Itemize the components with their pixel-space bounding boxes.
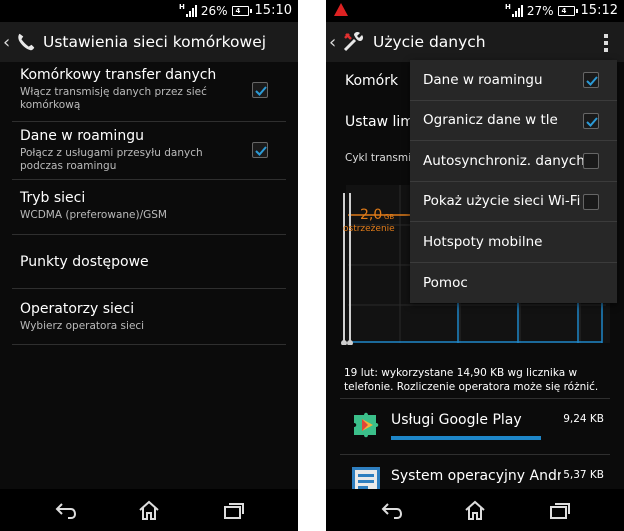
action-bar[interactable]: ‹ Użycie danych <box>326 22 624 62</box>
settings-item-set-limit[interactable]: Ustaw lim <box>345 114 414 130</box>
page-title: Ustawienia sieci komórkowej <box>43 33 267 51</box>
settings-item-subtitle: Połącz z usługami przesyłu danych podcza… <box>20 147 203 172</box>
battery-icon: 4 <box>557 5 578 16</box>
battery-icon: 4 <box>231 5 252 16</box>
menu-item-label: Pomoc <box>423 274 468 291</box>
left-screen: H 26% 4 15:10 ‹ Ustawienia sieci komórko… <box>0 0 298 531</box>
page-title: Użycie danych <box>373 33 486 51</box>
menu-item-label: Ogranicz dane w tle <box>423 112 558 129</box>
status-bar: H 26% 4 15:10 <box>0 0 298 22</box>
action-bar[interactable]: ‹ Ustawienia sieci komórkowej <box>0 22 298 62</box>
roaming-checkbox[interactable] <box>252 142 268 158</box>
settings-item-title: Operatorzy sieci <box>20 301 135 317</box>
back-icon[interactable] <box>380 499 404 521</box>
app-name: Usługi Google Play <box>391 412 522 428</box>
menu-item-auto-sync[interactable]: Autosynchroniz. danych <box>410 141 617 182</box>
alert-icon <box>334 3 348 16</box>
checkmark-icon <box>255 146 267 156</box>
battery-percent: 27% <box>526 3 554 18</box>
google-play-services-icon <box>354 412 379 438</box>
warning-value: 2,0 <box>360 207 382 223</box>
clock: 15:12 <box>580 3 618 18</box>
settings-item-network-operators[interactable]: Operatorzy sieci Wybierz operatora sieci <box>12 289 286 345</box>
menu-item-label: Pokaż użycie sieci Wi-Fi <box>423 193 581 210</box>
settings-item-network-mode[interactable]: Tryb sieci WCDMA (preferowane)/GSM <box>12 180 286 235</box>
settings-item-access-points[interactable]: Punkty dostępowe <box>12 235 286 289</box>
battery-icon-text: 4 <box>561 6 567 15</box>
clock: 15:10 <box>254 3 292 18</box>
status-bar: H 27% 4 15:12 <box>326 0 624 22</box>
mobile-data-checkbox[interactable] <box>252 82 268 98</box>
overflow-menu-icon[interactable] <box>604 34 608 52</box>
checkmark-icon <box>586 116 598 127</box>
app-usage-bar <box>391 436 541 440</box>
checkmark-icon <box>255 86 267 96</box>
menu-item-hotspots[interactable]: Hotspoty mobilne <box>410 222 617 263</box>
menu-item-label: Dane w roamingu <box>423 71 543 88</box>
back-chevron-icon[interactable]: ‹ <box>3 32 11 53</box>
menu-checkbox[interactable] <box>583 112 599 129</box>
menu-item-label: Hotspoty mobilne <box>423 233 543 250</box>
menu-item-data-roaming[interactable]: Dane w roamingu <box>410 60 617 101</box>
menu-checkbox[interactable] <box>583 72 599 88</box>
home-icon[interactable] <box>137 499 161 521</box>
warning-unit: GB <box>384 213 394 221</box>
settings-item-title: Dane w roamingu <box>20 128 144 144</box>
tools-icon <box>343 31 364 52</box>
back-chevron-icon[interactable]: ‹ <box>329 32 337 53</box>
warning-label: ostrzeżenie <box>343 224 395 234</box>
settings-item-mobile-data[interactable]: Komórk <box>345 73 398 89</box>
signal-icon <box>185 4 197 17</box>
back-icon[interactable] <box>54 499 78 521</box>
menu-item-label: Autosynchroniz. danych <box>423 152 585 169</box>
checkmark-icon <box>586 76 598 86</box>
settings-item-subtitle: WCDMA (preferowane)/GSM <box>20 209 167 221</box>
navigation-bar <box>326 489 624 531</box>
settings-item-roaming[interactable]: Dane w roamingu Połącz z usługami przesy… <box>12 122 286 180</box>
recent-apps-icon[interactable] <box>222 499 246 521</box>
network-type: H <box>505 2 511 11</box>
settings-item-mobile-data[interactable]: Komórkowy transfer danych Włącz transmis… <box>12 62 286 122</box>
overflow-menu: Dane w roamingu Ogranicz dane w tle Auto… <box>410 60 617 303</box>
battery-percent: 26% <box>200 3 228 18</box>
settings-item-title: Komórkowy transfer danych <box>20 67 217 83</box>
app-size: 5,37 KB <box>563 469 604 481</box>
home-icon[interactable] <box>463 499 487 521</box>
recent-apps-icon[interactable] <box>548 499 572 521</box>
network-type: H <box>179 2 185 11</box>
settings-item-subtitle: Wybierz operatora sieci <box>20 320 145 332</box>
settings-list: Komórkowy transfer danych Włącz transmis… <box>12 62 286 345</box>
app-usage-row[interactable]: Usługi Google Play 9,24 KB <box>340 398 610 454</box>
menu-item-show-wifi[interactable]: Pokaż użycie sieci Wi-Fi <box>410 182 617 222</box>
menu-item-restrict-background[interactable]: Ogranicz dane w tle <box>410 101 617 141</box>
cycle-label[interactable]: Cykl transmis <box>345 152 417 164</box>
settings-item-title: Tryb sieci <box>20 190 86 206</box>
battery-icon-text: 4 <box>235 6 241 15</box>
signal-icon <box>511 4 523 17</box>
menu-item-help[interactable]: Pomoc <box>410 263 617 304</box>
navigation-bar <box>0 489 298 531</box>
phone-handset-icon <box>18 33 35 51</box>
menu-checkbox[interactable] <box>583 193 599 210</box>
menu-checkbox[interactable] <box>583 153 599 169</box>
app-name: System operacyjny Andro <box>391 468 561 484</box>
settings-item-title: Punkty dostępowe <box>20 254 149 270</box>
app-size: 9,24 KB <box>563 413 604 425</box>
settings-item-subtitle: Włącz transmisję danych przez sieć komór… <box>20 86 207 111</box>
usage-note: 19 lut: wykorzystane 14,90 KB wg licznik… <box>344 367 599 393</box>
